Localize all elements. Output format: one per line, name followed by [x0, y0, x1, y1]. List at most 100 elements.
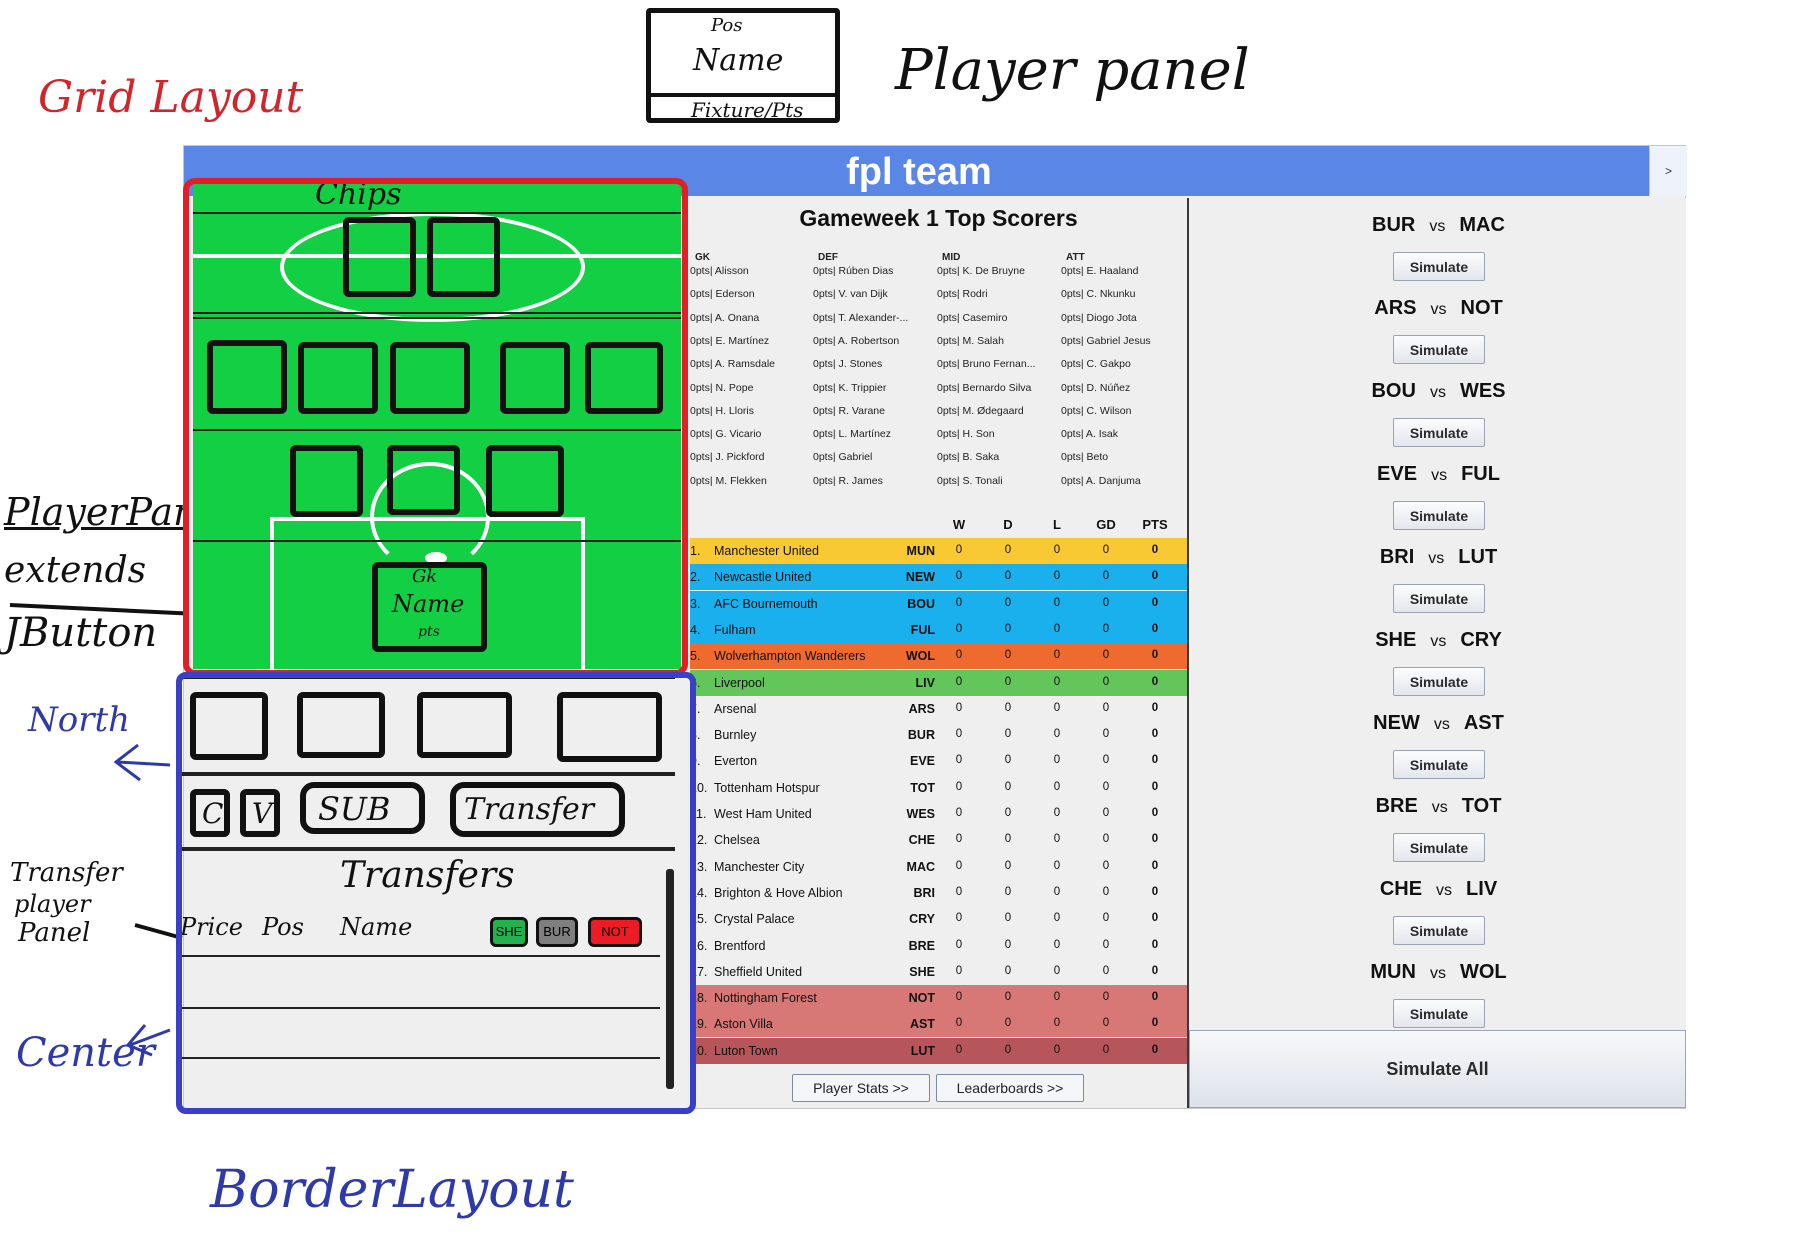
table-team-abbr: BOU	[907, 596, 935, 611]
scorer-entry: 0pts| H. Lloris	[690, 404, 754, 417]
simulate-button[interactable]: Simulate	[1393, 501, 1485, 530]
fixture-vs-label: vs	[1430, 633, 1447, 650]
table-cell-l: 0	[1053, 859, 1061, 872]
simulate-button[interactable]: Simulate	[1393, 667, 1485, 696]
table-cell-w: 0	[955, 807, 963, 819]
table-cell-pts: 0	[1151, 964, 1159, 977]
scorer-column-header: ATT	[1066, 252, 1085, 263]
scorer-entry: 0pts| Gabriel Jesus	[1061, 334, 1151, 347]
simulate-button[interactable]: Simulate	[1393, 999, 1485, 1028]
table-row: 15. Crystal Palace CRY 0 0 0 0 0	[690, 906, 1187, 933]
table-row: 11. West Ham United WES 0 0 0 0 0	[690, 801, 1187, 827]
scorer-entry: 0pts| G. Vicario	[690, 428, 762, 441]
table-cell-l: 0	[1053, 675, 1061, 688]
table-team-name: Newcastle United	[714, 570, 812, 585]
fixture-vs-label: vs	[1433, 716, 1450, 733]
scorer-entry: 0pts| Bernardo Silva	[937, 381, 1032, 394]
fixture-vs-label: vs	[1429, 384, 1446, 401]
collapse-button[interactable]: >	[1649, 146, 1687, 196]
transfer-panel-annotation-line3: Panel	[18, 918, 91, 948]
table-cell-d: 0	[1004, 1043, 1012, 1056]
fixture-home-team: CHE	[1379, 878, 1423, 900]
table-cell-d: 0	[1004, 885, 1012, 898]
grid-layout-outline	[183, 178, 688, 676]
table-team-name: Nottingham Forest	[714, 991, 817, 1006]
scorer-entry: 0pts| C. Nkunku	[1061, 288, 1136, 301]
player-panel-extends-annotation-line2: extends	[4, 550, 147, 591]
leaderboards-button[interactable]: Leaderboards >>	[936, 1074, 1084, 1102]
player-stats-button[interactable]: Player Stats >>	[792, 1074, 930, 1102]
scorer-entry: 0pts| M. Flekken	[690, 474, 767, 487]
scorer-entry: 0pts| V. van Dijk	[813, 288, 888, 301]
table-cell-w: 0	[955, 780, 963, 793]
sketch-name-label: Name	[693, 43, 784, 78]
table-cell-l: 0	[1053, 728, 1061, 741]
simulate-all-button[interactable]: Simulate All	[1189, 1030, 1686, 1108]
simulate-button[interactable]: Simulate	[1393, 252, 1485, 281]
fixture-item: BRE vs TOT Simulate	[1189, 787, 1688, 870]
table-team-abbr: CHE	[908, 833, 935, 848]
transfer-panel-annotation-line2: player	[14, 890, 91, 918]
table-cell-pts: 0	[1151, 544, 1159, 556]
table-row: 12. Chelsea CHE 0 0 0 0 0	[690, 827, 1187, 854]
table-cell-l: 0	[1053, 780, 1061, 793]
simulate-button[interactable]: Simulate	[1393, 584, 1485, 613]
table-row: 5. Wolverhampton Wanderers WOL 0 0 0 0 0	[690, 643, 1187, 670]
table-cell-w: 0	[955, 570, 963, 583]
table-cell-gd: 0	[1102, 912, 1110, 925]
table-cell-gd: 0	[1102, 885, 1110, 898]
sketch-divider	[651, 93, 835, 97]
table-cell-w: 0	[955, 701, 963, 714]
table-team-name: Chelsea	[714, 833, 760, 848]
table-team-abbr: BUR	[907, 728, 935, 743]
simulate-button[interactable]: Simulate	[1393, 335, 1485, 364]
table-team-name: AFC Bournemouth	[714, 596, 818, 611]
scorer-entry: 0pts| C. Wilson	[1061, 404, 1132, 417]
scorer-entry: 0pts| Ederson	[690, 288, 755, 301]
table-cell-pts: 0	[1151, 728, 1159, 741]
scorer-entry: 0pts| S. Tonali	[937, 474, 1003, 487]
table-cell-pts: 0	[1151, 807, 1159, 819]
table-team-name: Brentford	[714, 938, 766, 953]
fixture-vs-label: vs	[1430, 301, 1447, 318]
table-cell-pts: 0	[1151, 859, 1159, 872]
table-cell-w: 0	[955, 833, 963, 846]
simulate-button[interactable]: Simulate	[1393, 833, 1485, 862]
table-cell-l: 0	[1053, 833, 1061, 846]
table-cell-gd: 0	[1102, 544, 1110, 556]
simulate-button[interactable]: Simulate	[1393, 418, 1485, 447]
table-team-name: Burnley	[714, 728, 757, 743]
table-row: 17. Sheffield United SHE 0 0 0 0 0	[690, 958, 1187, 985]
table-cell-d: 0	[1004, 964, 1012, 977]
fixture-item: CHE vs LIV Simulate	[1189, 870, 1688, 953]
fixture-teams: BRI vs LUT	[1189, 546, 1688, 569]
table-cell-pts: 0	[1151, 622, 1159, 635]
scorer-entry: 0pts| H. Son	[937, 428, 995, 441]
fixture-teams: ARS vs NOT	[1189, 297, 1688, 320]
table-team-abbr: EVE	[909, 754, 935, 769]
table-team-name: Arsenal	[714, 701, 757, 716]
table-cell-gd: 0	[1102, 964, 1110, 977]
table-cell-l: 0	[1053, 544, 1061, 556]
simulate-button[interactable]: Simulate	[1393, 750, 1485, 779]
simulate-button[interactable]: Simulate	[1393, 916, 1485, 945]
fixture-home-team: EVE	[1377, 463, 1418, 485]
fixture-home-team: MUN	[1370, 961, 1416, 983]
scorer-entry: 0pts| J. Stones	[813, 358, 883, 371]
table-team-abbr: AST	[910, 1017, 935, 1032]
table-cell-l: 0	[1053, 622, 1061, 635]
scorer-entry: 0pts| Bruno Fernan...	[937, 358, 1036, 371]
table-row: 8. Burnley BUR 0 0 0 0 0	[690, 722, 1187, 749]
table-row: 2. Newcastle United NEW 0 0 0 0 0	[690, 564, 1187, 591]
scorer-entry: 0pts| Beto	[1061, 451, 1109, 464]
table-cell-l: 0	[1053, 596, 1061, 609]
scorer-entry: 0pts| Casemiro	[937, 311, 1008, 324]
table-team-abbr: WOL	[905, 649, 935, 664]
scorer-entry: 0pts| M. Salah	[937, 334, 1004, 347]
table-cell-w: 0	[955, 991, 963, 1004]
center-annotation: Center	[16, 1030, 155, 1076]
table-cell-l: 0	[1053, 1043, 1061, 1056]
table-team-abbr: CRY	[909, 912, 935, 927]
table-row: 3. AFC Bournemouth BOU 0 0 0 0 0	[690, 590, 1187, 617]
scorer-entry: 0pts| N. Pope	[690, 381, 754, 394]
